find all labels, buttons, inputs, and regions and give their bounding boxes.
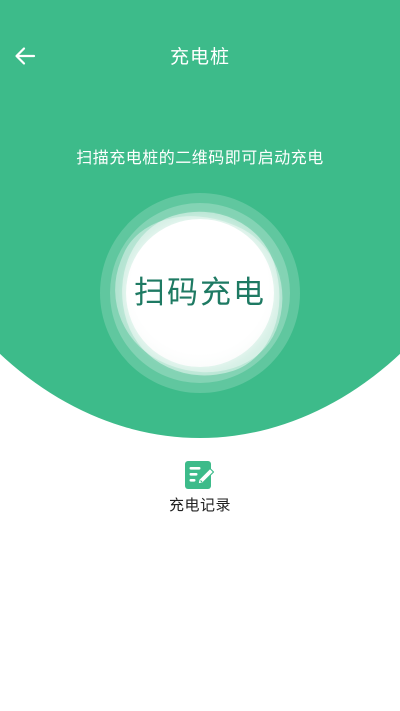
charging-records-button[interactable]: 充电记录 bbox=[150, 458, 250, 520]
charging-records-label: 充电记录 bbox=[168, 496, 231, 514]
page-title: 充电桩 bbox=[169, 46, 230, 68]
scan-instruction: 扫描充电桩的二维码即可启动充电 bbox=[76, 148, 324, 167]
scan-charge-label: 扫码充电 bbox=[134, 275, 266, 311]
notepad-edit-icon bbox=[184, 460, 216, 490]
scan-charge-area: 扫码充电 bbox=[91, 190, 307, 398]
charging-pile-screen: 充电桩 扫描充电桩的二维码即可启动充电 扫码充电 充电记录 bbox=[0, 0, 400, 711]
top-bar: 充电桩 bbox=[0, 0, 400, 112]
scan-charge-button[interactable]: 扫码充电 bbox=[126, 219, 274, 367]
